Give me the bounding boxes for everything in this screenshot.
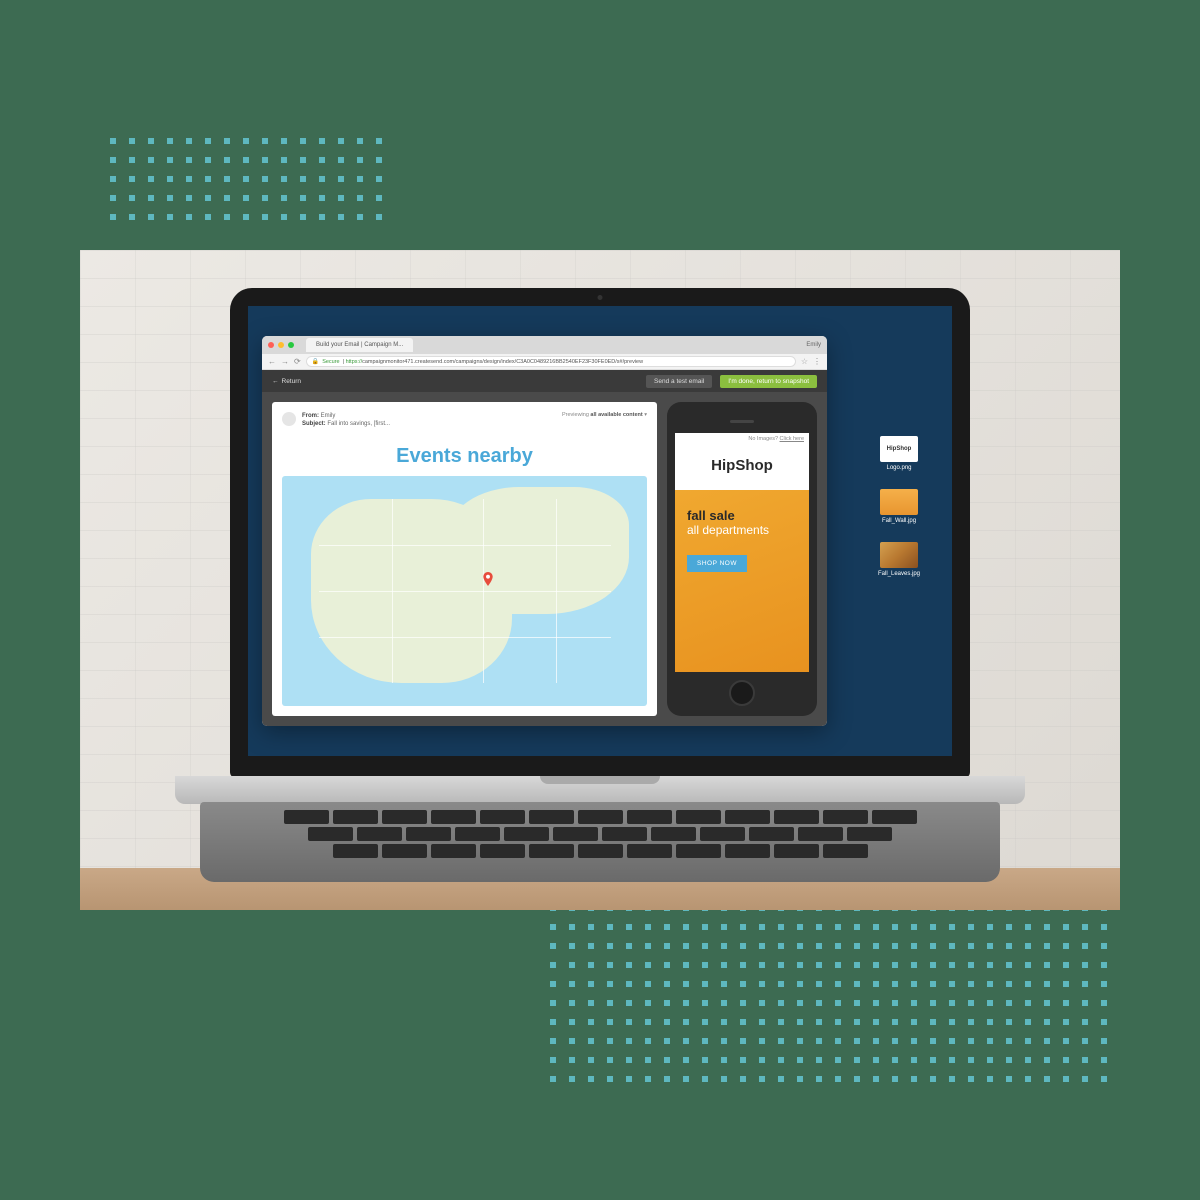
- email-desktop-preview: From: Emily Subject: Fall into savings, …: [272, 402, 657, 716]
- window-minimize-icon[interactable]: [278, 342, 284, 348]
- file-thumbnail: [880, 489, 918, 515]
- lock-icon: 🔒: [312, 358, 319, 365]
- avatar: [282, 412, 296, 426]
- url-text: campaignmonitor471.createsend.com/campai…: [362, 359, 643, 365]
- window-maximize-icon[interactable]: [288, 342, 294, 348]
- no-images-text: No Images?: [748, 436, 778, 442]
- subject-label: Subject:: [302, 421, 326, 427]
- webcam-icon: [598, 295, 603, 300]
- email-heading: Events nearby: [282, 445, 647, 468]
- map-road: [319, 545, 611, 546]
- forward-icon[interactable]: →: [281, 357, 289, 366]
- laptop-screen: Build your Email | Campaign M... Emily ←…: [248, 306, 952, 756]
- return-button[interactable]: ← Return: [272, 378, 301, 385]
- bookmark-star-icon[interactable]: ☆: [801, 357, 808, 366]
- email-meta: From: Emily Subject: Fall into savings, …: [302, 412, 556, 429]
- map-road: [556, 499, 557, 683]
- phone-brand: HipShop: [675, 445, 809, 490]
- browser-tab-bar: Build your Email | Campaign M... Emily: [262, 336, 827, 354]
- file-thumbnail: [880, 542, 918, 568]
- decorative-dots-bottom: [550, 905, 1130, 1085]
- preview-dropdown[interactable]: Previewing all available content ▾: [562, 412, 647, 418]
- file-thumbnail: HipShop: [880, 436, 918, 462]
- laptop-mockup: Build your Email | Campaign M... Emily ←…: [175, 288, 1025, 893]
- chevron-down-icon: ▾: [644, 412, 647, 418]
- desktop-file[interactable]: HipShop Logo.png: [880, 436, 918, 471]
- map-road: [483, 499, 484, 683]
- laptop-keyboard: [200, 802, 1000, 882]
- app-toolbar: ← Return Send a test email I'm done, ret…: [262, 370, 827, 392]
- from-value: Emily: [321, 413, 336, 419]
- hero-line-2: all departments: [687, 523, 797, 537]
- map-embed[interactable]: [282, 476, 647, 706]
- shop-now-button[interactable]: SHOP NOW: [687, 555, 747, 572]
- laptop-hinge: [175, 776, 1025, 804]
- url-field[interactable]: 🔒 Secure | https://campaignmonitor471.cr…: [306, 356, 796, 367]
- send-test-email-button[interactable]: Send a test email: [646, 375, 712, 388]
- phone-speaker-icon: [730, 420, 754, 423]
- email-header: From: Emily Subject: Fall into savings, …: [282, 412, 647, 435]
- mobile-preview-screen: No Images? Click here HipShop fall sale …: [675, 433, 809, 672]
- browser-address-bar: ← → ⟳ 🔒 Secure | https://campaignmonitor…: [262, 354, 827, 370]
- no-images-bar: No Images? Click here: [675, 433, 809, 445]
- map-road: [392, 499, 393, 683]
- arrow-left-icon: ←: [272, 378, 279, 385]
- browser-menu-icon[interactable]: ⋮: [813, 357, 821, 366]
- laptop-bezel: Build your Email | Campaign M... Emily ←…: [230, 288, 970, 778]
- tab-title: Build your Email | Campaign M...: [316, 342, 403, 348]
- url-protocol: https://: [346, 359, 363, 365]
- browser-window: Build your Email | Campaign M... Emily ←…: [262, 336, 827, 726]
- map-road: [319, 591, 611, 592]
- laptop-notch: [540, 776, 660, 784]
- preview-value: all available content: [590, 412, 642, 418]
- phone-hero: fall sale all departments SHOP NOW: [675, 490, 809, 672]
- subject-value: Fall into savings, [first...: [327, 421, 390, 427]
- desktop-file[interactable]: Fall_Leaves.jpg: [878, 542, 920, 577]
- map-landmass: [446, 487, 629, 614]
- back-icon[interactable]: ←: [268, 357, 276, 366]
- from-label: From:: [302, 413, 319, 419]
- hero-line-1: fall sale: [687, 508, 797, 523]
- editor-body: From: Emily Subject: Fall into savings, …: [262, 392, 827, 726]
- preview-prefix: Previewing: [562, 412, 589, 418]
- photo-frame: Build your Email | Campaign M... Emily ←…: [80, 250, 1120, 910]
- no-images-link[interactable]: Click here: [780, 436, 804, 442]
- map-pin-icon[interactable]: [483, 572, 493, 586]
- file-label: Fall_Wall.jpg: [882, 518, 916, 524]
- map-road: [319, 637, 611, 638]
- browser-profile[interactable]: Emily: [806, 342, 821, 348]
- done-button[interactable]: I'm done, return to snapshot: [720, 375, 817, 388]
- return-label: Return: [282, 378, 302, 385]
- window-close-icon[interactable]: [268, 342, 274, 348]
- desktop-file[interactable]: Fall_Wall.jpg: [880, 489, 918, 524]
- file-label: Logo.png: [886, 465, 911, 471]
- browser-tab[interactable]: Build your Email | Campaign M...: [306, 338, 413, 352]
- mobile-preview-frame: No Images? Click here HipShop fall sale …: [667, 402, 817, 716]
- decorative-dots-top: [110, 138, 390, 232]
- phone-home-button-icon[interactable]: [729, 680, 755, 706]
- reload-icon[interactable]: ⟳: [294, 357, 301, 366]
- secure-label: Secure: [322, 359, 339, 365]
- file-label: Fall_Leaves.jpg: [878, 571, 920, 577]
- desktop-files: HipShop Logo.png Fall_Wall.jpg Fall_Leaves.…: [860, 436, 938, 577]
